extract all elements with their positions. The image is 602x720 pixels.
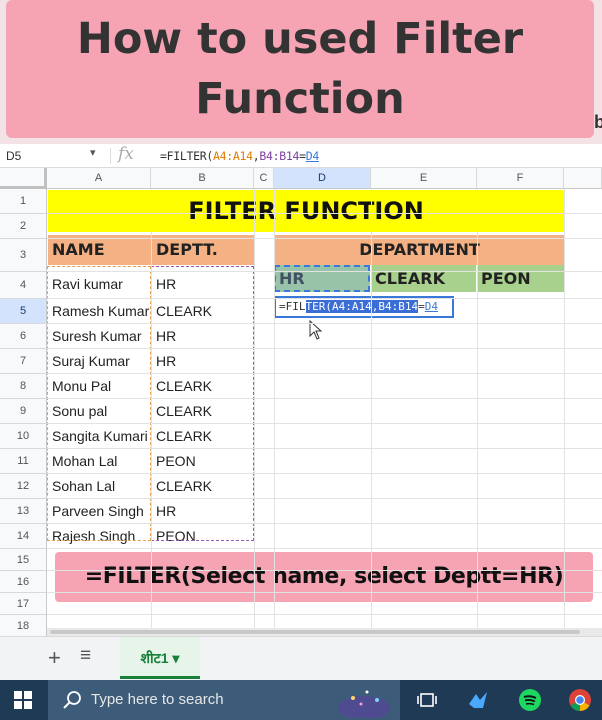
row-header-2[interactable]: 2: [0, 214, 47, 239]
formula-bar: D5 ▾ fx =FILTER(A4:A14,B4:B14=D4: [0, 144, 602, 168]
range-a-highlight: [47, 266, 151, 541]
gridline: [151, 189, 152, 628]
gridline: [47, 548, 602, 549]
gridline: [47, 348, 602, 349]
gridline: [47, 498, 602, 499]
dept-option-peon[interactable]: PEON: [477, 265, 564, 292]
row-header-17[interactable]: 17: [0, 593, 47, 615]
range-b-highlight: [151, 266, 254, 541]
gridline: [47, 448, 602, 449]
row-header-6[interactable]: 6: [0, 324, 47, 349]
gridline: [47, 592, 602, 593]
search-highlight-decoration: [338, 690, 390, 718]
select-all-corner[interactable]: [0, 168, 47, 189]
gridline: [47, 398, 602, 399]
column-header-f[interactable]: F: [477, 168, 564, 189]
gridline: [47, 213, 602, 214]
referenced-cell-highlight: [274, 265, 370, 292]
gridline: [254, 189, 255, 628]
column-header-a[interactable]: A: [47, 168, 151, 189]
row-header-12[interactable]: 12: [0, 474, 47, 499]
fx-icon: fx: [118, 144, 134, 164]
column-header-empty: [564, 168, 602, 189]
cell-editor[interactable]: =FILTER(A4:A14,B4:B14=D4: [274, 296, 454, 318]
search-icon: [63, 691, 81, 709]
sheet-title: FILTER FUNCTION: [48, 190, 564, 232]
name-box[interactable]: D5: [6, 149, 21, 163]
row-header-8[interactable]: 8: [0, 374, 47, 399]
scrollbar-thumb[interactable]: [50, 630, 580, 634]
row-header-7[interactable]: 7: [0, 349, 47, 374]
row-header-16[interactable]: 16: [0, 571, 47, 593]
gridline: [47, 423, 602, 424]
all-sheets-menu-icon[interactable]: ≡: [80, 645, 91, 667]
name-box-dropdown-icon[interactable]: ▾: [90, 146, 96, 159]
add-sheet-button[interactable]: +: [48, 645, 61, 671]
dept-option-cleark[interactable]: CLEARK: [371, 265, 476, 292]
gridline: [274, 189, 275, 628]
divider: [110, 148, 111, 164]
row-header-15[interactable]: 15: [0, 549, 47, 571]
hint-callout: =FILTER(Select name, select Deptt=HR): [55, 552, 593, 602]
row-header-18[interactable]: 18: [0, 615, 47, 637]
column-header-b[interactable]: B: [151, 168, 254, 189]
sheet-tab-bar: + ≡ शीट1 ▾: [0, 636, 602, 680]
department-header: DEPARTMENT: [275, 235, 564, 265]
row-header-1[interactable]: 1: [0, 189, 47, 214]
row-header-14[interactable]: 14: [0, 524, 47, 549]
windows-taskbar: Type here to search: [0, 680, 602, 720]
column-header-c[interactable]: C: [254, 168, 274, 189]
task-view-icon[interactable]: [415, 688, 439, 712]
gridline: [477, 189, 478, 628]
row-header-9[interactable]: 9: [0, 399, 47, 424]
column-header-e[interactable]: E: [371, 168, 477, 189]
gridline: [47, 570, 602, 571]
formula-input[interactable]: =FILTER(A4:A14,B4:B14=D4: [160, 149, 319, 163]
gridline: [371, 189, 372, 628]
row-header-3[interactable]: 3: [0, 239, 47, 272]
windows-start-icon[interactable]: [14, 691, 32, 709]
deptt-header: DEPTT.: [152, 235, 254, 265]
banner-title: How to used Filter Function: [76, 14, 524, 124]
tab-sheet1[interactable]: शीट1 ▾: [120, 637, 200, 679]
column-header-d[interactable]: D: [274, 168, 371, 189]
gridline: [47, 298, 602, 299]
row-header-10[interactable]: 10: [0, 424, 47, 449]
gridline: [47, 323, 602, 324]
gridline: [47, 614, 602, 615]
gridline: [564, 189, 565, 628]
title-banner: How to used Filter Function: [6, 0, 594, 138]
name-header: NAME: [48, 235, 151, 265]
gridline: [47, 238, 602, 239]
app-icon[interactable]: [466, 688, 490, 712]
row-header-11[interactable]: 11: [0, 449, 47, 474]
search-placeholder: Type here to search: [91, 691, 224, 708]
gridline: [47, 373, 602, 374]
edge-fragment: b: [594, 112, 602, 132]
row-header-5[interactable]: 5: [0, 299, 47, 324]
chrome-icon[interactable]: [568, 688, 592, 712]
gridline: [47, 271, 602, 272]
gridline: [47, 523, 602, 524]
spreadsheet-grid[interactable]: FILTER FUNCTION NAME DEPTT. DEPARTMENT H…: [0, 168, 602, 637]
row-header-13[interactable]: 13: [0, 499, 47, 524]
gridline: [47, 473, 602, 474]
spotify-icon[interactable]: [518, 688, 542, 712]
row-header-4[interactable]: 4: [0, 272, 47, 299]
